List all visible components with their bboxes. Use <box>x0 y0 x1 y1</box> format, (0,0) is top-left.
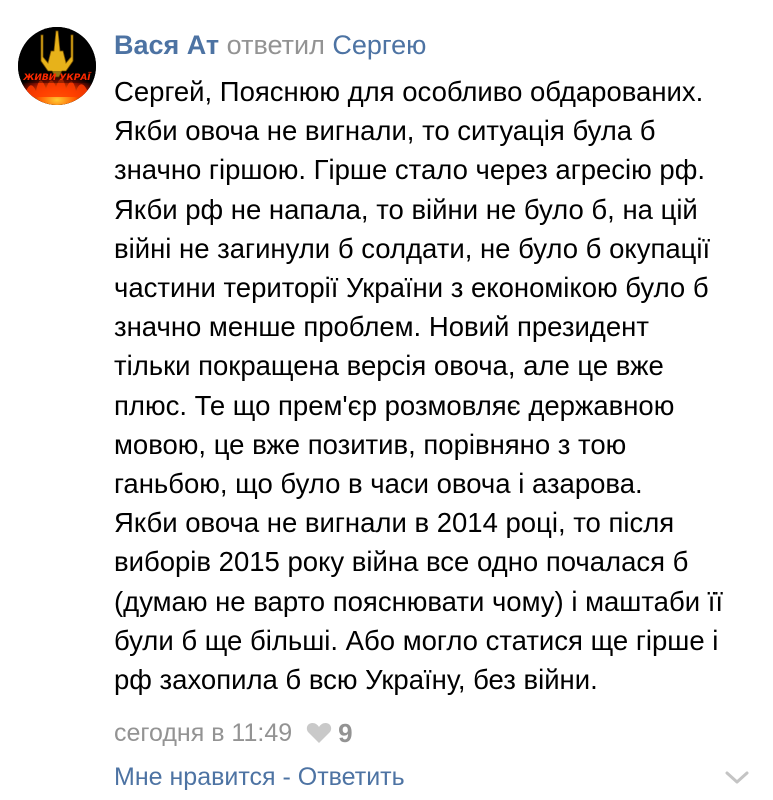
author-name[interactable]: Вася Ат <box>114 30 219 60</box>
comment-text: Сергей, Пояснюю для особливо обдарованих… <box>114 72 764 699</box>
comment: ЖИВИ УКРАЇ Вася Ат ответил Сергею Сергей… <box>0 0 773 800</box>
comment-text-line: Сергей, Пояснюю для особливо обдарованих… <box>114 76 704 107</box>
comment-text-line: Якби овоча не вигнали в 2014 році, то пі… <box>114 507 675 539</box>
comment-text-line: виборів 2015 року війна все одно почалас… <box>114 546 689 578</box>
comment-text-line: Якби овоча не вигнали, то ситуація була … <box>114 115 656 147</box>
comment-text-line: війні не загинули б солдати, не було б о… <box>114 232 711 264</box>
comment-text-line: плюс. Те що прем'єр розмовляє державною <box>114 389 675 421</box>
comment-text-line: значно гіршою. Гірше стало через агресію… <box>114 154 705 186</box>
action-separator: - <box>275 763 298 791</box>
reply-button[interactable]: Ответить <box>298 763 405 791</box>
comment-actions: Мне нравится - Ответить <box>114 760 405 794</box>
comment-text-line: ганьбою, що було в часи овоча і азарова. <box>114 468 643 500</box>
comment-header: Вася Ат ответил Сергею <box>114 28 426 62</box>
comment-text-line: Якби рф не напала, то війни не було б, н… <box>114 193 698 225</box>
like-button[interactable]: Мне нравится <box>114 763 276 791</box>
timestamp: сегодня в 11:49 <box>114 719 293 747</box>
chevron-down-icon[interactable] <box>724 770 750 786</box>
comment-text-line: тільки покращена версія овоча, але це вж… <box>114 350 664 382</box>
avatar[interactable]: ЖИВИ УКРАЇ <box>18 27 96 105</box>
heart-icon[interactable] <box>306 722 332 744</box>
likes-count: 9 <box>338 718 353 748</box>
replied-label: ответил <box>226 30 325 60</box>
reply-to-link[interactable]: Сергею <box>332 30 426 60</box>
comment-text-line: були б ще більші. Або могло статися ще г… <box>114 624 719 656</box>
avatar-caption: ЖИВИ УКРАЇ <box>22 72 92 83</box>
avatar-image: ЖИВИ УКРАЇ <box>18 27 96 105</box>
comment-text-line: рф захопила б всю Україну, без війни. <box>114 664 598 696</box>
comment-text-line: мовою, це вже позитив, порівняно з тою <box>114 428 627 460</box>
comment-text-line: значно менше проблем. Новий президент <box>114 311 649 343</box>
comment-text-line: частини території України з економікою б… <box>114 272 709 304</box>
comment-text-line: (думаю не варто пояснювати чому) і машта… <box>114 585 723 617</box>
comment-meta: сегодня в 11:49 9 <box>114 716 353 750</box>
